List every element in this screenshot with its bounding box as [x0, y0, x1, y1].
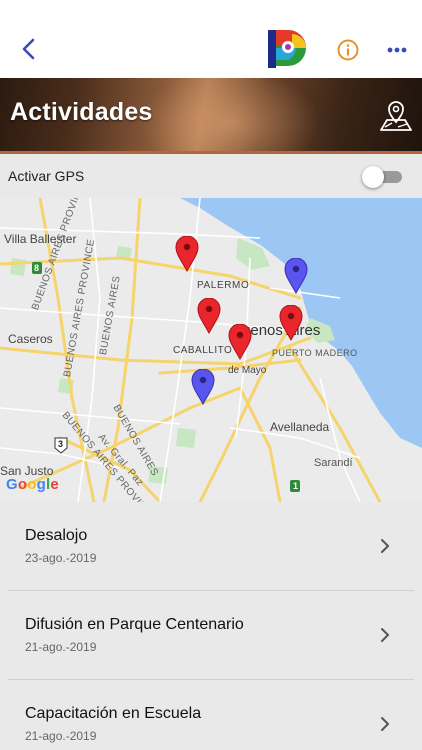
map-label-caseros: Caseros	[8, 332, 53, 346]
gps-row: Activar GPS	[0, 154, 422, 198]
map-label-caballito: CABALLITO	[173, 345, 233, 356]
info-circle-icon	[337, 39, 359, 61]
activity-date: 23-ago.-2019	[25, 551, 97, 565]
map-route-1-label: 1	[293, 481, 299, 491]
app-logo-icon	[266, 28, 308, 70]
map-pin-icon	[380, 101, 412, 131]
chevron-right-icon	[381, 539, 389, 553]
top-navigation-bar	[0, 0, 422, 78]
map-label-de-mayo: de Mayo	[228, 365, 267, 376]
map-label-sarandi: Sarandí	[314, 457, 353, 469]
activity-list: Desalojo 23-ago.-2019 Difusión en Parque…	[0, 502, 422, 750]
chevron-left-icon	[22, 38, 35, 60]
map-marker-red[interactable]	[228, 324, 252, 360]
list-item[interactable]: Capacitación en Escuela 21-ago.-2019	[8, 680, 414, 750]
map-marker-red[interactable]	[279, 305, 303, 341]
google-logo: Google	[6, 476, 59, 493]
map-route-8-label: 8	[34, 263, 40, 273]
map-marker-red[interactable]	[175, 236, 199, 272]
chevron-right-icon	[381, 628, 389, 642]
chevron-right-icon	[381, 717, 389, 731]
section-header-banner: Actividades	[0, 78, 422, 154]
more-options-button[interactable]	[384, 42, 410, 58]
page-title: Actividades	[10, 98, 153, 126]
info-button[interactable]	[336, 38, 360, 62]
activities-map[interactable]: Villa Ballester PALERMO Buenos Aires Cas…	[0, 198, 422, 502]
more-horizontal-icon	[387, 47, 407, 53]
activity-title: Difusión en Parque Centenario	[25, 616, 244, 633]
map-route-3-label: 3	[58, 439, 64, 449]
map-view-button[interactable]	[378, 98, 414, 134]
activity-title: Capacitación en Escuela	[25, 705, 202, 722]
map-label-avellaneda: Avellaneda	[270, 420, 330, 434]
list-item[interactable]: Desalojo 23-ago.-2019	[8, 502, 414, 591]
map-marker-red[interactable]	[197, 298, 221, 334]
activity-date: 21-ago.-2019	[25, 729, 97, 743]
map-label-puerto-madero: PUERTO MADERO	[272, 348, 358, 358]
list-item[interactable]: Difusión en Parque Centenario 21-ago.-20…	[8, 591, 414, 680]
gps-label: Activar GPS	[8, 168, 85, 184]
activity-title: Desalojo	[25, 527, 88, 544]
map-marker-blue[interactable]	[191, 369, 215, 405]
toggle-knob	[362, 166, 384, 188]
map-label-palermo: PALERMO	[197, 280, 250, 291]
gps-toggle[interactable]	[362, 166, 402, 188]
activity-date: 21-ago.-2019	[25, 640, 97, 654]
back-button[interactable]	[16, 36, 44, 64]
map-marker-blue[interactable]	[284, 258, 308, 294]
